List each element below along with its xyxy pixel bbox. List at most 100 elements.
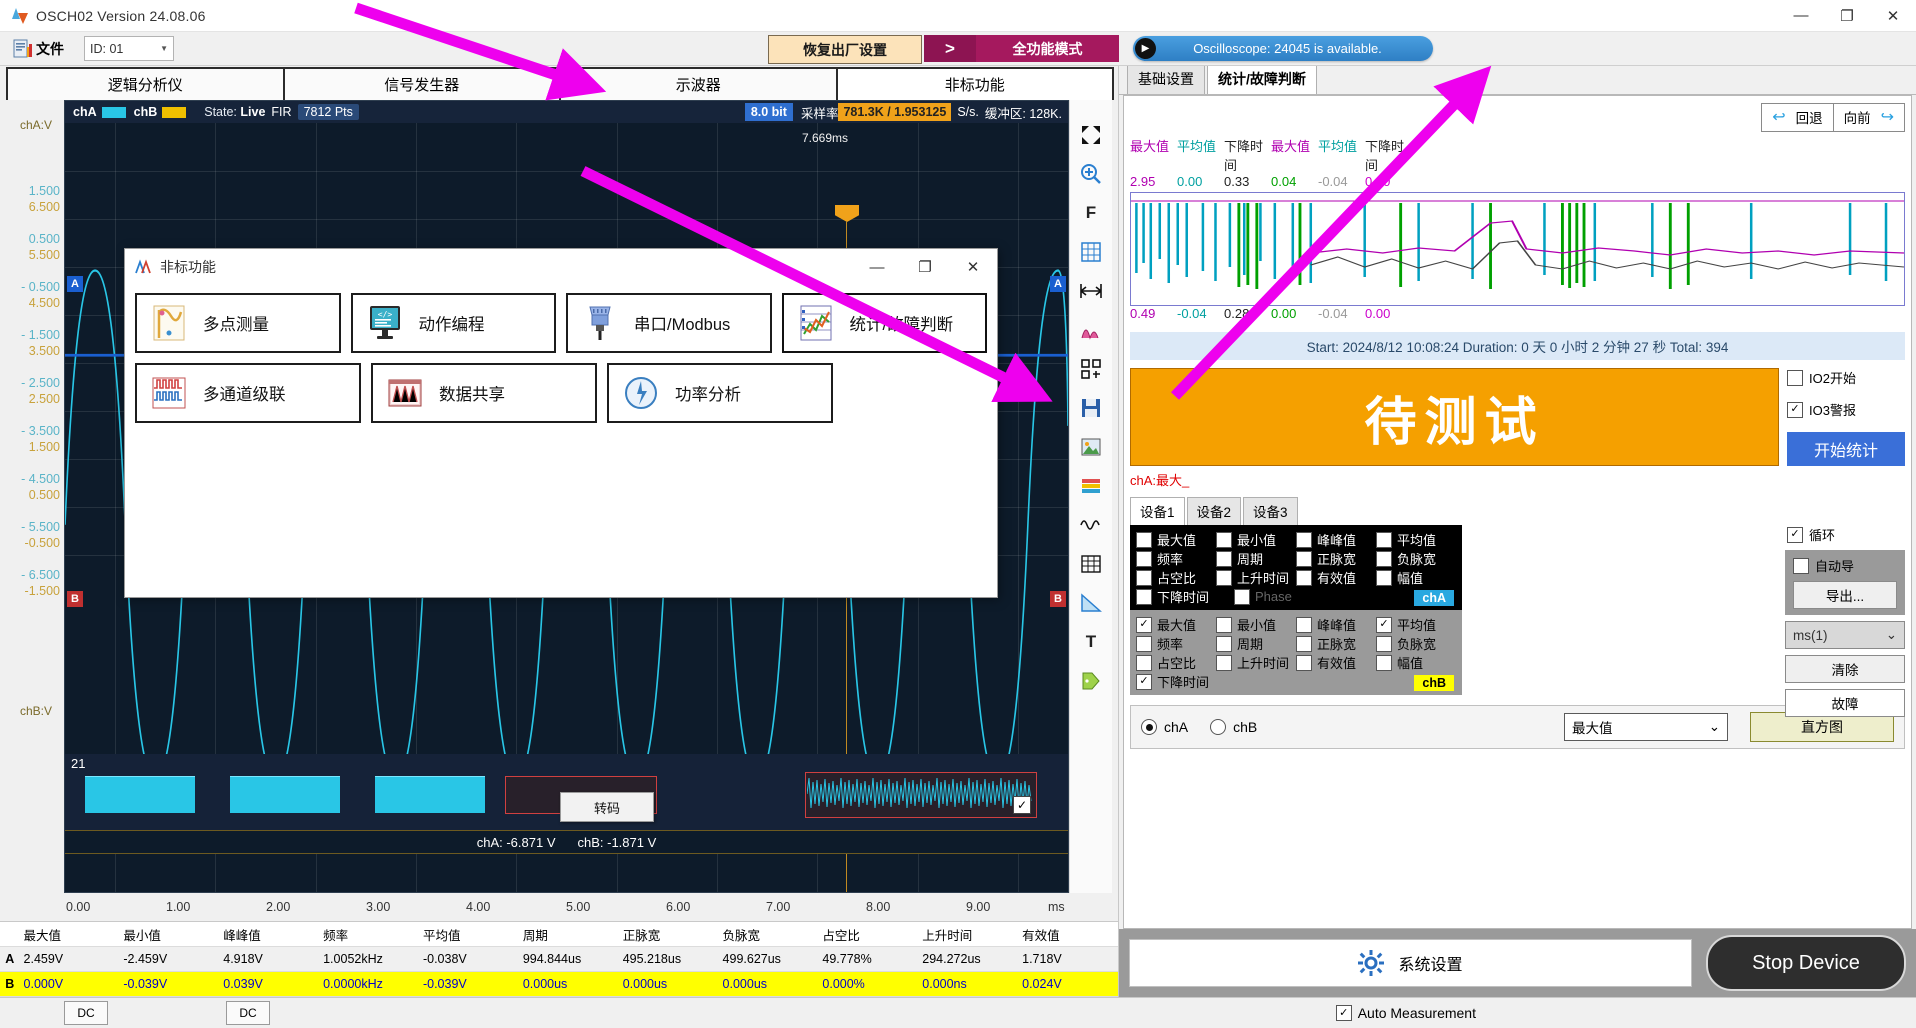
measure-checkbox-phase[interactable]: Phase — [1234, 589, 1332, 605]
measure-checkbox-rise-time[interactable]: 上升时间 — [1216, 653, 1296, 672]
cursor-marker-a-left[interactable]: A — [67, 276, 83, 292]
decode-popup[interactable]: 转码 — [560, 792, 654, 822]
measure-checkbox-freq[interactable]: 频率 — [1136, 549, 1216, 568]
tab-statistics-fault[interactable]: 统计/故障判断 — [1207, 64, 1317, 94]
logic-channel-row[interactable]: 21 转码 ✓ — [65, 754, 1068, 832]
measure-checkbox-fall-time[interactable]: ✓下降时间 — [1136, 587, 1234, 606]
dialog-close-button[interactable]: ✕ — [949, 249, 997, 285]
close-button[interactable]: ✕ — [1870, 0, 1916, 31]
measure-checkbox-mean[interactable]: ✓平均值 — [1376, 530, 1456, 549]
tab-basic-settings[interactable]: 基础设置 — [1127, 64, 1205, 94]
histogram-measure-select[interactable]: 最大值 ⌄ — [1564, 713, 1728, 741]
maximize-button[interactable]: ❐ — [1824, 0, 1870, 31]
radio-chA[interactable]: chA — [1141, 719, 1188, 735]
text-tool-icon[interactable]: T — [1074, 625, 1108, 659]
device-id-select[interactable]: ID: 01 ▼ — [84, 36, 174, 61]
measure-checkbox-neg-width[interactable]: 负脉宽 — [1376, 634, 1456, 653]
tab-device-1[interactable]: 设备1 — [1130, 497, 1185, 525]
full-function-mode-button[interactable]: > 全功能模式 — [924, 35, 1119, 62]
qrcode-icon[interactable] — [1074, 352, 1108, 386]
tab-device-2[interactable]: 设备2 — [1187, 497, 1242, 525]
io3-alarm-checkbox[interactable]: ✓ IO3警报 — [1787, 400, 1905, 419]
chB-coupling-button[interactable]: DC — [226, 1001, 270, 1025]
tab-device-3[interactable]: 设备3 — [1243, 497, 1298, 525]
restore-factory-settings-button[interactable]: 恢复出厂设置 — [768, 35, 922, 64]
fault-button[interactable]: 故障 — [1785, 689, 1905, 717]
zoom-in-icon[interactable] — [1074, 157, 1108, 191]
horizontal-measure-icon[interactable] — [1074, 274, 1108, 308]
device-status-badge[interactable]: ▶ Oscilloscope: 24045 is available. — [1133, 36, 1433, 61]
io2-start-checkbox[interactable]: IO2开始 — [1787, 368, 1905, 387]
tab-nonstandard-functions[interactable]: 非标功能 — [836, 67, 1115, 100]
measure-checkbox-amplitude[interactable]: 幅值 — [1376, 653, 1456, 672]
color-bar-icon[interactable] — [1074, 469, 1108, 503]
card-multichannel-cascade[interactable]: 多通道级联 — [135, 363, 361, 423]
measure-checkbox-pos-width[interactable]: 正脉宽 — [1296, 634, 1376, 653]
card-action-programming[interactable]: </> 动作编程 — [351, 293, 557, 353]
tab-signal-generator[interactable]: 信号发生器 — [283, 67, 562, 100]
card-data-share[interactable]: 数据共享 — [371, 363, 597, 423]
tab-logic-analyzer[interactable]: 逻辑分析仪 — [6, 67, 285, 100]
table-row[interactable]: B 0.000V -0.039V 0.039V 0.0000kHz -0.039… — [0, 972, 1118, 997]
chA-coupling-button[interactable]: DC — [64, 1001, 108, 1025]
measure-checkbox-pkpk[interactable]: 峰峰值 — [1296, 530, 1376, 549]
table-row[interactable]: A 2.459V -2.459V 4.918V 1.0052kHz -0.038… — [0, 947, 1118, 972]
nav-forward-button[interactable]: 向前 ↪ — [1833, 104, 1904, 131]
measure-checkbox-max[interactable]: ✓最大值 — [1136, 530, 1216, 549]
auto-export-checkbox[interactable]: 自动导 — [1793, 556, 1897, 575]
waveform-peak-icon[interactable] — [1074, 313, 1108, 347]
cursor-marker-b-left[interactable]: B — [67, 591, 83, 607]
measure-checkbox-pkpk[interactable]: 峰峰值 — [1296, 615, 1376, 634]
noise-icon[interactable] — [1074, 508, 1108, 542]
measure-checkbox-fall-time[interactable]: ✓下降时间 — [1136, 672, 1234, 691]
expand-icon[interactable] — [1074, 118, 1108, 152]
minimize-button[interactable]: — — [1778, 0, 1824, 31]
tab-oscilloscope[interactable]: 示波器 — [559, 67, 838, 100]
unit-select[interactable]: ms(1) ⌄ — [1785, 621, 1905, 649]
chA-channel-chip[interactable]: chA — [73, 105, 126, 119]
cursor-marker-a-right[interactable]: A — [1050, 276, 1066, 292]
tag-icon[interactable] — [1074, 664, 1108, 698]
table-icon[interactable] — [1074, 547, 1108, 581]
export-button[interactable]: 导出... — [1793, 581, 1897, 609]
radio-chB[interactable]: chB — [1210, 719, 1257, 735]
stop-device-button[interactable]: Stop Device — [1706, 935, 1906, 991]
ruler-icon[interactable] — [1074, 586, 1108, 620]
measure-checkbox-pos-width[interactable]: 正脉宽 — [1296, 549, 1376, 568]
measure-checkbox-neg-width[interactable]: 负脉宽 — [1376, 549, 1456, 568]
measure-checkbox-min[interactable]: 最小值 — [1216, 615, 1296, 634]
function-icon[interactable]: F — [1074, 196, 1108, 230]
measure-checkbox-rms[interactable]: 有效值 — [1296, 568, 1376, 587]
system-settings-button[interactable]: 系统设置 — [1129, 939, 1692, 987]
image-icon[interactable] — [1074, 430, 1108, 464]
measure-checkbox-min[interactable]: 最小值 — [1216, 530, 1296, 549]
statistics-trend-chart[interactable] — [1130, 192, 1905, 306]
dialog-maximize-button[interactable]: ❐ — [901, 249, 949, 285]
dialog-minimize-button[interactable]: — — [853, 249, 901, 285]
measure-checkbox-rms[interactable]: 有效值 — [1296, 653, 1376, 672]
clear-button[interactable]: 清除 — [1785, 655, 1905, 683]
nav-back-button[interactable]: ↩ 回退 — [1762, 104, 1832, 131]
loop-checkbox[interactable]: ✓ 循环 — [1785, 525, 1905, 544]
cursor-marker-b-right[interactable]: B — [1050, 591, 1066, 607]
auto-measurement-checkbox[interactable]: ✓ Auto Measurement — [1336, 1005, 1476, 1021]
measure-checkbox-max[interactable]: ✓最大值 — [1136, 615, 1216, 634]
logic-block-checkbox[interactable]: ✓ — [1013, 796, 1031, 814]
measure-checkbox-rise-time[interactable]: 上升时间 — [1216, 568, 1296, 587]
card-power-analysis[interactable]: 功率分析 — [607, 363, 833, 423]
card-statistics-fault[interactable]: 统计/故障判断 — [782, 293, 988, 353]
card-multipoint-measure[interactable]: 多点测量 — [135, 293, 341, 353]
measure-checkbox-duty[interactable]: 占空比 — [1136, 653, 1216, 672]
measure-checkbox-period[interactable]: 周期 — [1216, 634, 1296, 653]
chB-channel-chip[interactable]: chB — [134, 105, 187, 119]
measure-checkbox-mean[interactable]: ✓平均值 — [1376, 615, 1456, 634]
measure-checkbox-amplitude[interactable]: 幅值 — [1376, 568, 1456, 587]
measure-checkbox-period[interactable]: 周期 — [1216, 549, 1296, 568]
start-statistics-button[interactable]: 开始统计 — [1787, 432, 1905, 466]
file-menu-button[interactable]: 文件 — [12, 38, 64, 59]
save-icon[interactable] — [1074, 391, 1108, 425]
measure-checkbox-duty[interactable]: 占空比 — [1136, 568, 1216, 587]
measure-checkbox-freq[interactable]: 频率 — [1136, 634, 1216, 653]
grid-icon[interactable] — [1074, 235, 1108, 269]
card-serial-modbus[interactable]: 串口/Modbus — [566, 293, 772, 353]
